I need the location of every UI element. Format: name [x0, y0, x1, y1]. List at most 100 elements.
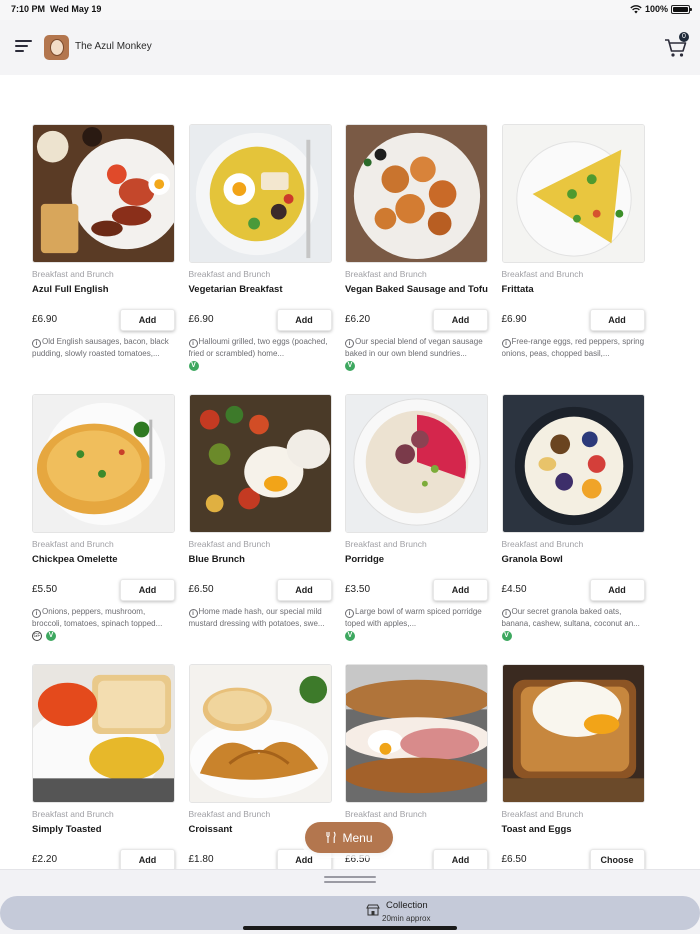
item-description: i Onions, peppers, mushroom, broccoli, to…: [32, 607, 163, 628]
item-description: i Home made hash, our special mild mustar…: [188, 607, 325, 628]
item-description: i Old English sausages, bacon, black pudd…: [32, 337, 169, 358]
item-title: Porridge: [345, 554, 385, 565]
price-row: £5.50 Add: [32, 579, 175, 601]
price-row: £4.50 Add: [502, 579, 645, 601]
menu-item-card[interactable]: Breakfast and Brunch Porridge £3.50 Add …: [345, 394, 488, 664]
food-photo[interactable]: [501, 394, 645, 533]
menu-category-button[interactable]: Menu: [305, 822, 393, 853]
add-to-cart-button[interactable]: Add: [120, 579, 175, 601]
item-category: Breakfast and Brunch: [32, 809, 114, 819]
item-description: i Our special blend of vegan sausage bake…: [345, 337, 483, 358]
item-title: Frittata: [501, 284, 534, 295]
item-title: Chickpea Omelette: [32, 554, 118, 565]
battery-icon: [671, 4, 692, 14]
item-price: £6.50: [188, 584, 214, 595]
gluten-free-icon: GF: [32, 631, 42, 641]
menu-item-card[interactable]: Breakfast and Brunch Chickpea Omelette £…: [32, 394, 175, 664]
food-photo[interactable]: [501, 664, 645, 803]
info-icon: i: [501, 339, 511, 348]
info-icon: i: [32, 339, 41, 348]
add-to-cart-button[interactable]: Add: [433, 309, 488, 331]
collection-bar[interactable]: Collection 20min approx: [0, 896, 700, 930]
item-title: Azul Full English: [32, 284, 109, 295]
info-icon: i: [345, 339, 354, 348]
item-description: i Large bowl of warm spiced porridge tope…: [345, 607, 482, 628]
menu-item-card[interactable]: Breakfast and Brunch Vegetarian Breakfas…: [188, 124, 332, 394]
price-row: £6.90 Add: [502, 309, 645, 331]
item-price: £6.90: [188, 314, 214, 325]
add-to-cart-button[interactable]: Add: [276, 579, 332, 601]
item-category: Breakfast and Brunch: [501, 539, 584, 549]
info-icon: i: [188, 339, 198, 348]
food-photo[interactable]: [188, 124, 332, 263]
dietary-badges: V: [345, 631, 355, 641]
item-description: i Our secret granola baked oats, banana, …: [501, 607, 640, 628]
item-price: £5.50: [32, 584, 58, 595]
price-row: £2.20 Add: [32, 849, 175, 871]
add-to-cart-button[interactable]: Add: [433, 849, 488, 871]
add-to-cart-button[interactable]: Add: [276, 309, 332, 331]
info-icon: i: [188, 609, 198, 618]
dietary-badges: GF V: [32, 631, 56, 641]
status-time: 7:10 PM: [11, 4, 46, 14]
item-price: £6.90: [32, 314, 58, 325]
add-to-cart-button[interactable]: Add: [589, 579, 645, 601]
item-price: £1.80: [188, 854, 214, 865]
home-indicator: [243, 926, 457, 930]
item-category: Breakfast and Brunch: [32, 269, 114, 279]
food-photo[interactable]: [345, 394, 488, 533]
info-icon: i: [345, 609, 354, 618]
food-photo[interactable]: [345, 664, 488, 803]
dietary-badges: V: [345, 361, 355, 371]
add-to-cart-button[interactable]: Add: [120, 309, 175, 331]
food-photo[interactable]: [188, 394, 332, 533]
food-photo[interactable]: [345, 124, 488, 263]
menu-item-card[interactable]: Breakfast and Brunch Azul Full English £…: [32, 124, 175, 394]
item-price: £6.90: [501, 314, 527, 325]
bottom-sheet: Collection 20min approx: [0, 869, 700, 934]
hamburger-icon[interactable]: [15, 40, 32, 54]
dietary-badges: V: [501, 631, 512, 641]
item-category: Breakfast and Brunch: [188, 539, 271, 549]
collection-label: Collection: [386, 900, 428, 911]
item-price: £4.50: [501, 584, 527, 595]
food-photo[interactable]: [32, 394, 175, 533]
price-row: £6.90 Add: [32, 309, 175, 331]
item-title: Blue Brunch: [188, 554, 245, 565]
menu-item-card[interactable]: Breakfast and Brunch Vegan Baked Sausage…: [345, 124, 488, 394]
menu-item-card[interactable]: Breakfast and Brunch Frittata £6.90 Add …: [501, 124, 645, 394]
item-title: Vegetarian Breakfast: [188, 284, 283, 295]
info-icon: i: [501, 609, 511, 618]
food-photo[interactable]: [501, 124, 645, 263]
price-row: £3.50 Add: [345, 579, 488, 601]
status-bar: 7:10 PM Wed May 19 100%: [0, 0, 700, 20]
cart-button[interactable]: 0: [664, 32, 689, 59]
menu-button-label: Menu: [342, 830, 373, 845]
menu-item-card[interactable]: Breakfast and Brunch Blue Brunch £6.50 A…: [188, 394, 332, 664]
item-category: Breakfast and Brunch: [188, 269, 271, 279]
item-price: £6.20: [345, 314, 371, 325]
item-price: £3.50: [345, 584, 371, 595]
add-to-cart-button[interactable]: Add: [120, 849, 175, 871]
price-row: £6.50 Choose: [502, 849, 645, 871]
food-photo[interactable]: [32, 664, 175, 803]
item-title: Vegan Baked Sausage and Tofu: [345, 284, 488, 295]
add-to-cart-button[interactable]: Choose: [589, 849, 645, 871]
collection-time: 20min approx: [382, 914, 431, 923]
restaurant-logo: [44, 35, 69, 60]
price-row: £6.90 Add: [189, 309, 332, 331]
item-category: Breakfast and Brunch: [501, 809, 584, 819]
item-price: £6.50: [501, 854, 527, 865]
drag-handle[interactable]: [324, 876, 376, 883]
vegetarian-icon: V: [345, 631, 355, 641]
add-to-cart-button[interactable]: Add: [433, 579, 488, 601]
item-description: i Free-range eggs, red peppers, spring on…: [501, 337, 645, 358]
item-category: Breakfast and Brunch: [345, 809, 427, 819]
food-photo[interactable]: [188, 664, 332, 803]
status-indicators: 100%: [630, 4, 692, 14]
store-icon: [366, 904, 380, 916]
add-to-cart-button[interactable]: Add: [589, 309, 645, 331]
menu-item-card[interactable]: Breakfast and Brunch Granola Bowl £4.50 …: [501, 394, 645, 664]
food-photo[interactable]: [32, 124, 175, 263]
wifi-icon: [630, 4, 642, 13]
